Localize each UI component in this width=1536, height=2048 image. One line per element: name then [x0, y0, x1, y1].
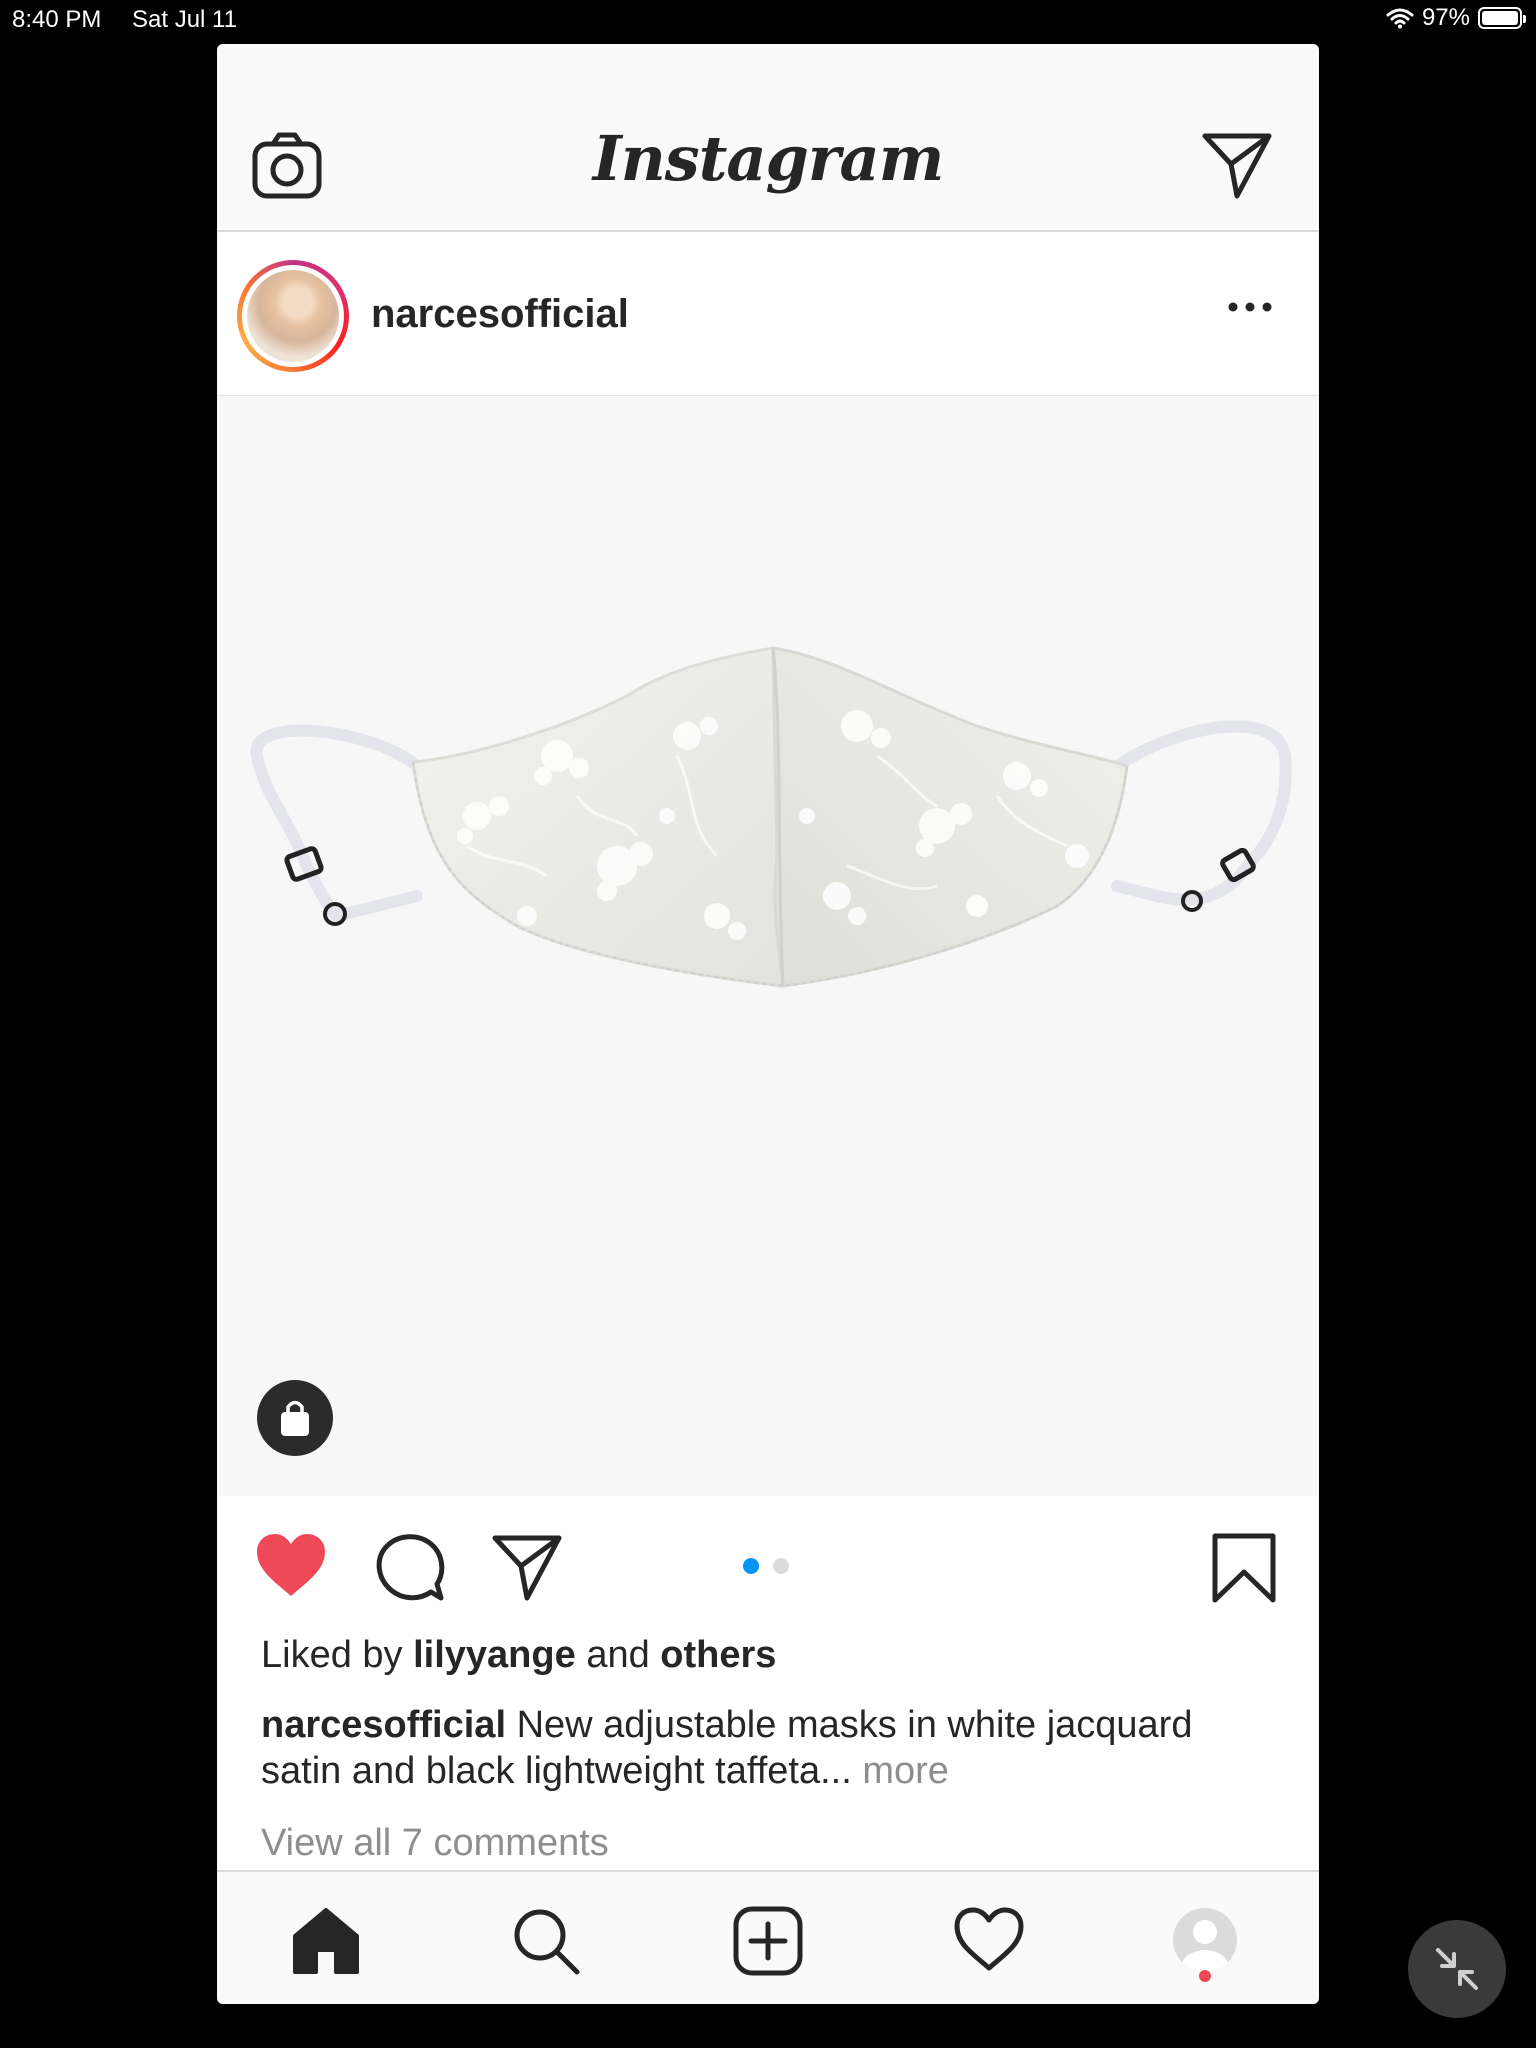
- status-date: Sat Jul 11: [132, 6, 237, 33]
- battery-percent: 97%: [1421, 4, 1470, 31]
- carousel-dot: [773, 1558, 789, 1574]
- status-bar: 8:40 PM Sat Jul 11 97%: [0, 0, 1536, 40]
- collapse-button[interactable]: [1408, 1920, 1506, 2018]
- comment-icon[interactable]: [375, 1532, 447, 1604]
- post-image[interactable]: [217, 396, 1319, 1496]
- caption-username[interactable]: narcesofficial: [261, 1704, 506, 1746]
- instagram-app-window: Instagram narcesofficial Liked by lilyya…: [217, 44, 1319, 2004]
- post-caption: narcesofficial New adjustable masks in w…: [261, 1702, 1271, 1794]
- instagram-logo: Instagram: [592, 122, 945, 195]
- share-paper-plane-icon[interactable]: [491, 1532, 563, 1604]
- paper-plane-icon[interactable]: [1201, 130, 1273, 202]
- carousel-indicator: [743, 1558, 789, 1574]
- likes-prefix: Liked by: [261, 1634, 403, 1676]
- avatar[interactable]: [237, 260, 349, 372]
- new-post-icon[interactable]: [733, 1906, 803, 1976]
- activity-heart-icon[interactable]: [953, 1906, 1025, 1972]
- post-username[interactable]: narcesofficial: [371, 292, 629, 337]
- likes-middle: and: [586, 1634, 650, 1676]
- bookmark-icon[interactable]: [1211, 1532, 1277, 1604]
- likes-others[interactable]: others: [660, 1634, 776, 1676]
- top-nav: Instagram: [217, 44, 1319, 232]
- profile-icon[interactable]: [1171, 1906, 1239, 1974]
- caption-more-link[interactable]: more: [862, 1750, 949, 1792]
- status-right: 97%: [1386, 4, 1526, 32]
- battery-icon: [1478, 7, 1526, 29]
- collapse-arrows-icon: [1436, 1948, 1478, 1990]
- profile-picture: [247, 270, 339, 362]
- notification-dot: [1199, 1970, 1211, 1982]
- search-icon[interactable]: [511, 1906, 581, 1976]
- view-comments-link[interactable]: View all 7 comments: [261, 1822, 609, 1865]
- face-mask-image: [250, 646, 1292, 988]
- post-header: narcesofficial: [217, 232, 1319, 396]
- liked-by-user[interactable]: lilyyange: [413, 1634, 576, 1676]
- shopping-bag-icon: [281, 1400, 309, 1436]
- heart-filled-icon[interactable]: [255, 1532, 327, 1598]
- home-icon[interactable]: [291, 1906, 361, 1976]
- bottom-tab-bar: [217, 1870, 1319, 2004]
- wifi-icon: [1386, 8, 1414, 29]
- post-actions: [217, 1496, 1319, 1606]
- shopping-bag-button[interactable]: [257, 1380, 333, 1456]
- ellipsis-icon[interactable]: [1227, 298, 1273, 316]
- status-time: 8:40 PM: [12, 6, 102, 33]
- carousel-dot-active: [743, 1558, 759, 1574]
- likes-line[interactable]: Liked by lilyyange and others: [261, 1634, 776, 1677]
